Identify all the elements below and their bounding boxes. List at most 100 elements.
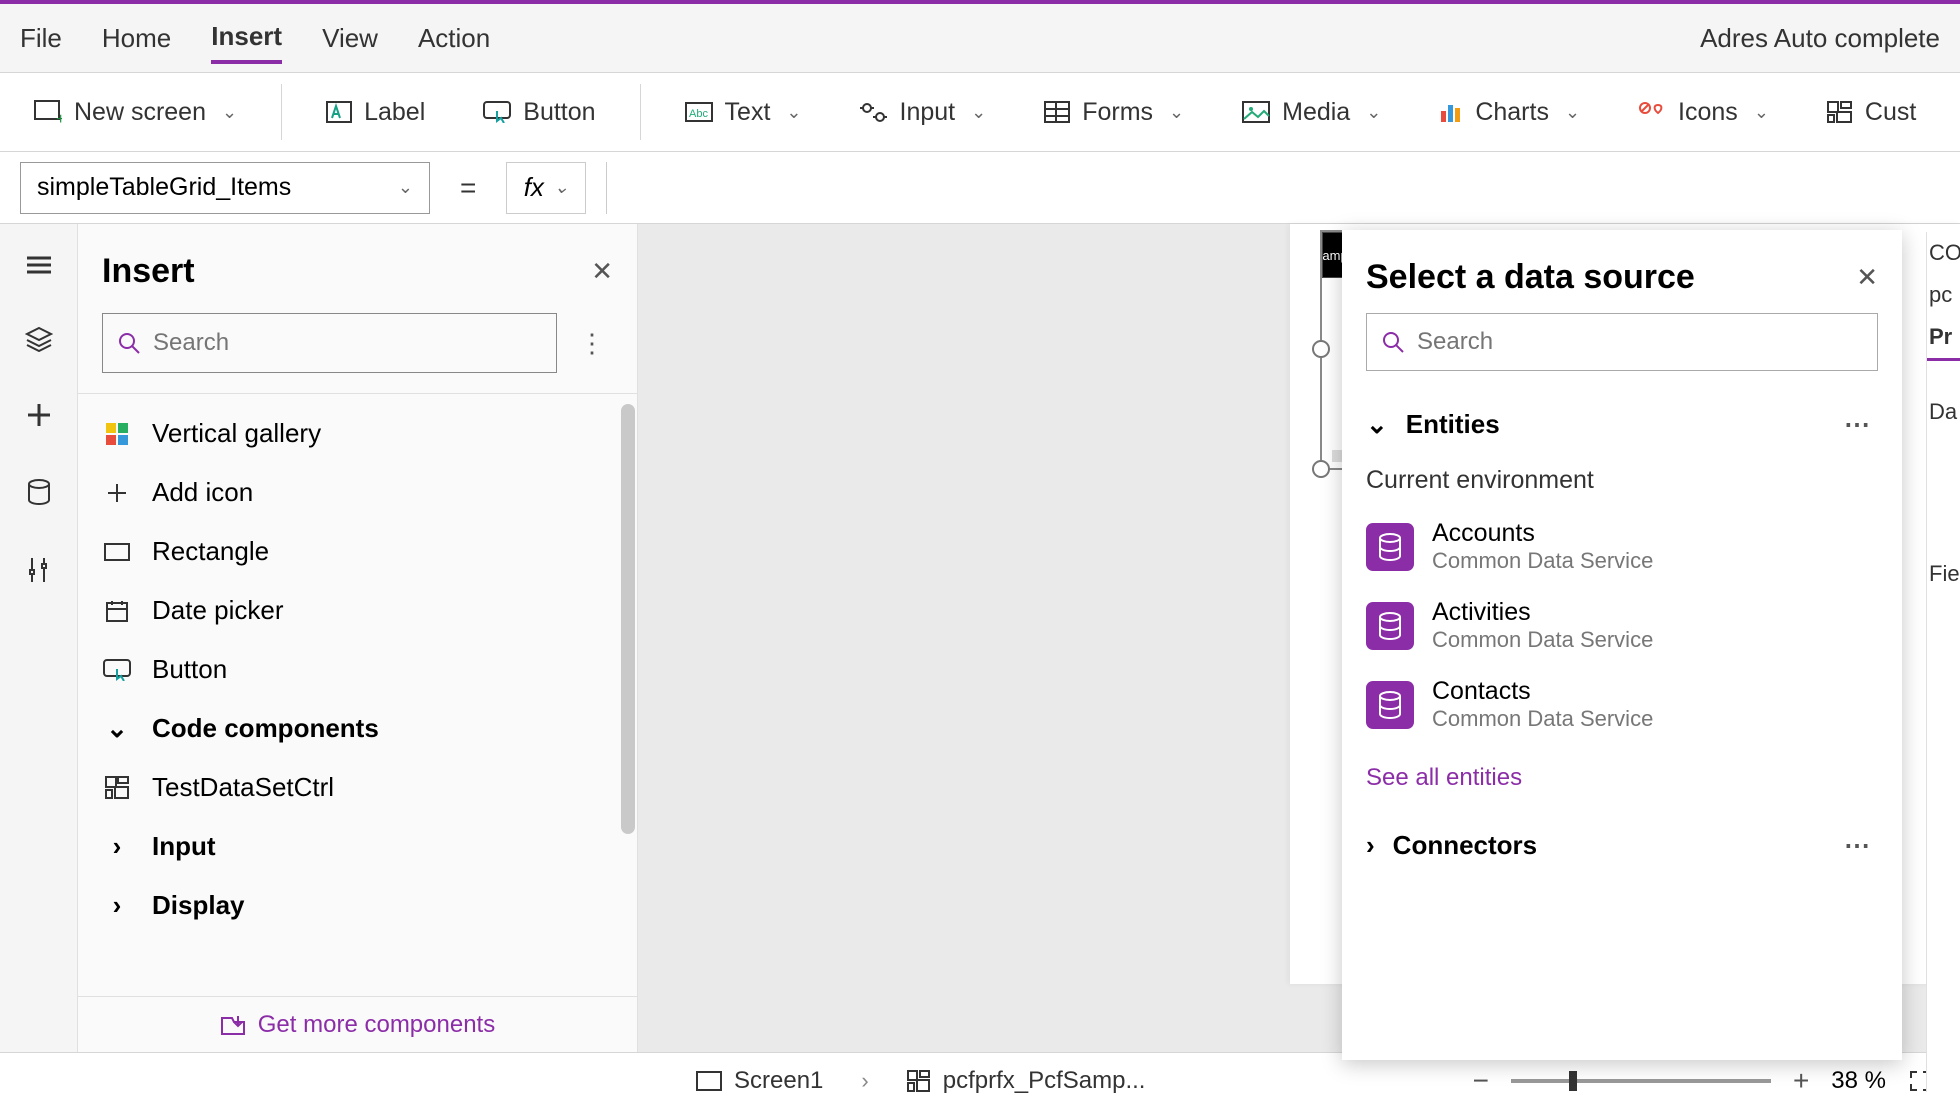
close-icon[interactable]: ✕: [1856, 262, 1878, 293]
zoom-in-button[interactable]: +: [1785, 1065, 1817, 1097]
resize-handle[interactable]: [1312, 340, 1330, 358]
see-all-entities[interactable]: See all entities: [1342, 744, 1902, 812]
component-icon: [907, 1070, 931, 1092]
connectors-section[interactable]: › Connectors ⋯: [1342, 812, 1902, 879]
insert-group-label: Display: [152, 890, 245, 921]
entities-section[interactable]: ⌄ Entities ⋯: [1342, 391, 1902, 458]
breadcrumb-label: pcfprfx_PcfSamp...: [943, 1067, 1146, 1095]
media-label: Media: [1282, 98, 1350, 127]
charts-icon: [1439, 101, 1463, 123]
entity-name: Accounts: [1432, 519, 1653, 548]
insert-item-label: Vertical gallery: [152, 418, 321, 449]
menu-action[interactable]: Action: [418, 15, 490, 62]
layers-icon[interactable]: [25, 326, 53, 352]
menubar: File Home Insert View Action Adres Auto …: [0, 0, 1960, 72]
breadcrumb-component[interactable]: pcfprfx_PcfSamp...: [893, 1061, 1160, 1101]
formula-input[interactable]: [606, 162, 1940, 214]
label-label: Label: [364, 98, 425, 127]
ribbon-divider: [281, 84, 282, 140]
charts-label: Charts: [1475, 98, 1549, 127]
entity-accounts[interactable]: Accounts Common Data Service: [1342, 507, 1902, 586]
chevron-down-icon: ⌄: [1565, 102, 1580, 123]
insert-icon[interactable]: [26, 402, 52, 428]
menu-insert[interactable]: Insert: [211, 13, 282, 64]
forms-dropdown[interactable]: Forms ⌄: [1030, 88, 1198, 137]
insert-item-date-picker[interactable]: Date picker: [78, 581, 637, 640]
insert-item-rectangle[interactable]: Rectangle: [78, 522, 637, 581]
insert-item-vertical-gallery[interactable]: Vertical gallery: [78, 404, 637, 463]
insert-item-button[interactable]: Button: [78, 640, 637, 699]
charts-dropdown[interactable]: Charts ⌄: [1425, 88, 1594, 137]
fx-button[interactable]: fx ⌄: [506, 162, 586, 214]
close-icon[interactable]: ✕: [591, 256, 613, 287]
new-screen-icon: +: [34, 100, 62, 124]
svg-text:+: +: [56, 111, 62, 124]
search-icon: [117, 331, 141, 355]
chevron-down-icon: ⌄: [102, 713, 132, 744]
button-button[interactable]: Button: [469, 88, 609, 137]
more-icon[interactable]: ⋮: [571, 324, 613, 363]
scrollbar[interactable]: [621, 404, 635, 834]
entity-contacts[interactable]: Contacts Common Data Service: [1342, 665, 1902, 744]
left-rail: [0, 224, 78, 1052]
peek-tab[interactable]: Pr: [1927, 316, 1960, 361]
zoom-thumb[interactable]: [1569, 1071, 1577, 1091]
peek-text: CO: [1927, 232, 1960, 274]
input-dropdown[interactable]: Input ⌄: [846, 88, 1001, 137]
zoom-slider[interactable]: [1511, 1079, 1771, 1083]
button-label: Button: [523, 98, 595, 127]
breadcrumb-screen[interactable]: Screen1: [682, 1061, 837, 1101]
get-more-label: Get more components: [258, 1011, 495, 1039]
insert-group-display[interactable]: › Display: [78, 876, 637, 935]
database-icon: [1366, 523, 1414, 571]
icons-dropdown[interactable]: Icons ⌄: [1624, 88, 1783, 137]
search-input[interactable]: [153, 329, 542, 357]
entity-name: Contacts: [1432, 677, 1653, 706]
more-icon[interactable]: ⋯: [1836, 405, 1878, 444]
chevron-down-icon: ⌄: [786, 102, 801, 123]
insert-group-label: Input: [152, 831, 216, 862]
icons-label: Icons: [1678, 98, 1738, 127]
data-icon[interactable]: [27, 478, 51, 506]
tree-view-icon[interactable]: [25, 254, 53, 276]
button-icon: [483, 101, 511, 123]
search-input-wrap[interactable]: [102, 313, 557, 373]
peek-text: Da: [1927, 391, 1960, 433]
entity-activities[interactable]: Activities Common Data Service: [1342, 586, 1902, 665]
screen-icon: [696, 1071, 722, 1091]
flyout-search[interactable]: [1366, 313, 1878, 371]
breadcrumb-separator: ›: [861, 1068, 868, 1094]
chevron-right-icon: ›: [102, 831, 132, 862]
insert-group-input[interactable]: › Input: [78, 817, 637, 876]
import-icon: [220, 1014, 246, 1036]
menu-file[interactable]: File: [20, 15, 62, 62]
insert-group-code-components[interactable]: ⌄ Code components: [78, 699, 637, 758]
media-dropdown[interactable]: Media ⌄: [1228, 88, 1395, 137]
menu-home[interactable]: Home: [102, 15, 171, 62]
insert-item-label: Button: [152, 654, 227, 685]
tools-icon[interactable]: [26, 556, 52, 584]
insert-item-label: Date picker: [152, 595, 284, 626]
new-screen-button[interactable]: + New screen ⌄: [20, 88, 251, 137]
chevron-right-icon: ›: [102, 890, 132, 921]
menu-view[interactable]: View: [322, 15, 378, 62]
calendar-icon: [102, 599, 132, 623]
properties-panel-peek: CO pc Pr Da Fie: [1926, 232, 1960, 1092]
ribbon-divider: [640, 84, 641, 140]
custom-dropdown[interactable]: Cust: [1813, 88, 1930, 137]
flyout-search-input[interactable]: [1417, 328, 1863, 356]
text-dropdown[interactable]: Abc Text ⌄: [671, 88, 816, 137]
chevron-down-icon: ⌄: [1366, 102, 1381, 123]
breadcrumb-label: Screen1: [734, 1067, 823, 1095]
resize-handle[interactable]: [1312, 460, 1330, 478]
text-label: Text: [725, 98, 771, 127]
property-dropdown[interactable]: simpleTableGrid_Items ⌄: [20, 162, 430, 214]
more-icon[interactable]: ⋯: [1836, 826, 1878, 865]
get-more-components[interactable]: Get more components: [78, 996, 637, 1052]
insert-item-testdatasetctrl[interactable]: TestDataSetCtrl: [78, 758, 637, 817]
label-button[interactable]: Label: [312, 88, 439, 137]
icons-icon: [1638, 101, 1666, 123]
insert-item-add-icon[interactable]: Add icon: [78, 463, 637, 522]
panel-title: Insert: [102, 252, 195, 291]
zoom-out-button[interactable]: −: [1465, 1065, 1497, 1097]
